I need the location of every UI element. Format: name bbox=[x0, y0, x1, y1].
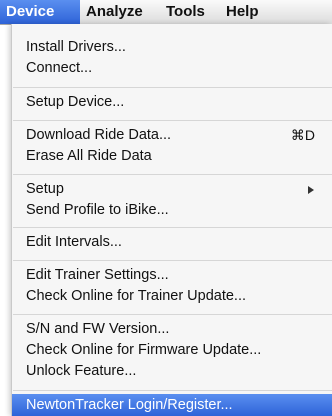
menu-item-check-trainer-update[interactable]: Check Online for Trainer Update... bbox=[12, 285, 332, 308]
menu-item-connect[interactable]: Connect... bbox=[12, 57, 332, 80]
menu-item-edit-trainer-settings[interactable]: Edit Trainer Settings... bbox=[12, 264, 332, 287]
menu-separator bbox=[13, 314, 332, 315]
menubar: Device Analyze Tools Help bbox=[0, 0, 332, 25]
menu-separator bbox=[13, 260, 332, 261]
menu-item-label: Download Ride Data... bbox=[26, 127, 172, 143]
menubar-item-analyze[interactable]: Analyze bbox=[80, 0, 160, 24]
menu-item-edit-intervals[interactable]: Edit Intervals... bbox=[12, 231, 332, 254]
menubar-item-help[interactable]: Help bbox=[220, 0, 270, 24]
menu-item-check-firmware-update[interactable]: Check Online for Firmware Update... bbox=[12, 339, 332, 362]
menu-item-label: Setup Device... bbox=[26, 94, 125, 110]
menu-item-label: Check Online for Trainer Update... bbox=[26, 288, 247, 304]
menu-item-install-drivers[interactable]: Install Drivers... bbox=[12, 36, 332, 59]
menu-item-label: Unlock Feature... bbox=[26, 363, 137, 379]
menu-item-label: Install Drivers... bbox=[26, 39, 126, 55]
menu-item-label: S/N and FW Version... bbox=[26, 321, 170, 337]
menu-item-label: Edit Intervals... bbox=[26, 234, 122, 250]
menu-item-label: Send Profile to iBike... bbox=[26, 202, 169, 218]
menu-item-label: Setup bbox=[26, 181, 64, 197]
menu-item-erase-all-ride-data[interactable]: Erase All Ride Data bbox=[12, 145, 332, 168]
menu-item-label: Erase All Ride Data bbox=[26, 148, 152, 164]
menu-separator bbox=[13, 227, 332, 228]
menu-item-newtontracker-login[interactable]: NewtonTracker Login/Register... bbox=[12, 394, 332, 416]
menu-item-label: Edit Trainer Settings... bbox=[26, 267, 169, 283]
menu-separator bbox=[13, 87, 332, 88]
menu-item-shortcut: ⌘D bbox=[290, 127, 315, 143]
chevron-right-icon bbox=[308, 186, 314, 194]
menu-item-send-profile[interactable]: Send Profile to iBike... bbox=[12, 199, 332, 222]
menu-separator bbox=[13, 120, 332, 121]
menubar-item-tools[interactable]: Tools bbox=[160, 0, 220, 24]
menubar-item-device[interactable]: Device bbox=[0, 0, 80, 24]
menu-separator bbox=[13, 174, 332, 175]
menu-item-label: NewtonTracker Login/Register... bbox=[26, 397, 233, 413]
menu-item-download-ride-data[interactable]: Download Ride Data... ⌘D bbox=[12, 124, 332, 147]
menu-item-unlock-feature[interactable]: Unlock Feature... bbox=[12, 360, 332, 383]
menu-item-sn-fw-version[interactable]: S/N and FW Version... bbox=[12, 318, 332, 341]
device-menu: Install Drivers... Connect... Setup Devi… bbox=[12, 24, 332, 416]
menu-item-label: Check Online for Firmware Update... bbox=[26, 342, 262, 358]
menu-item-setup[interactable]: Setup bbox=[12, 178, 332, 201]
menu-item-label: Connect... bbox=[26, 60, 93, 76]
menu-separator bbox=[13, 390, 332, 391]
menu-item-setup-device[interactable]: Setup Device... bbox=[12, 91, 332, 114]
